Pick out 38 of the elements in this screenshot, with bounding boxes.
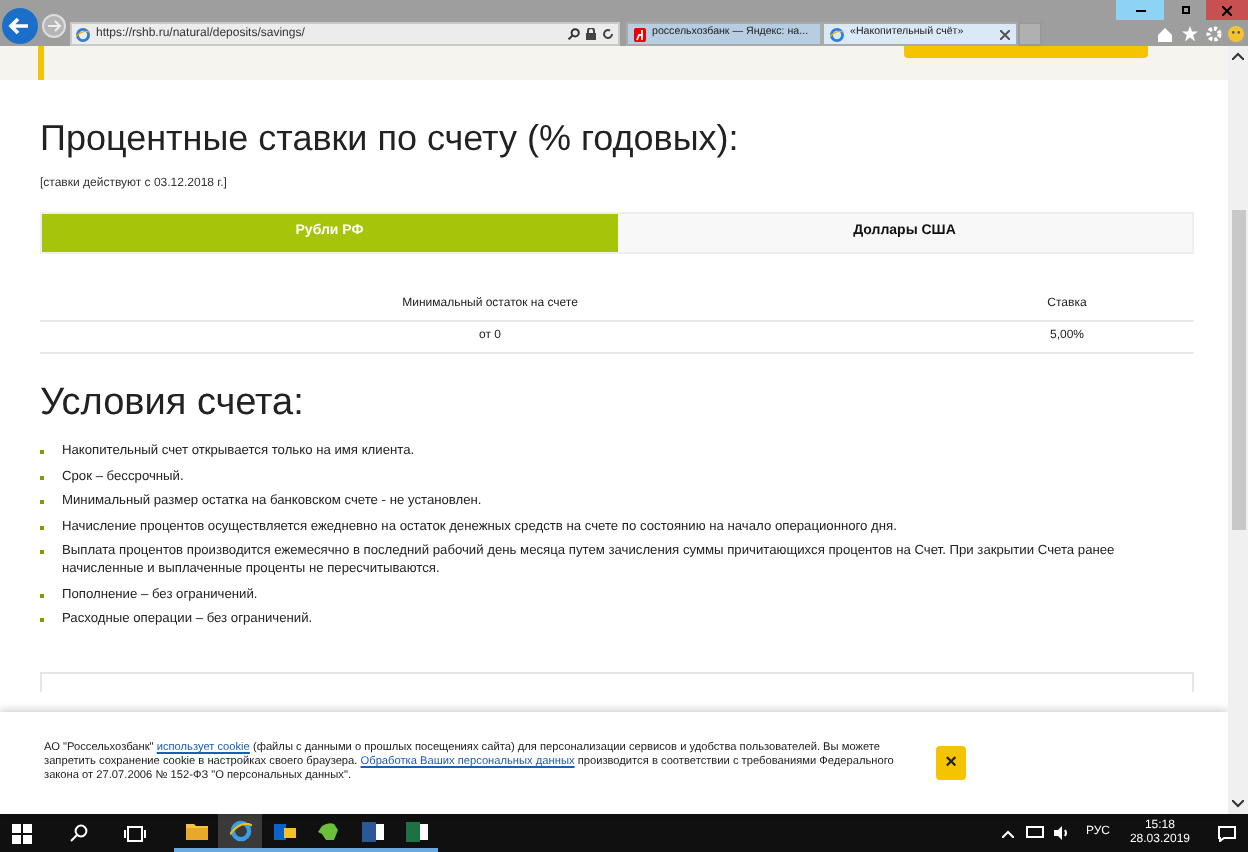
task-view-icon[interactable] xyxy=(124,825,146,841)
lock-icon xyxy=(586,28,596,40)
speaker-icon[interactable] xyxy=(1053,826,1070,840)
folder-icon xyxy=(185,822,207,840)
document-app-icon xyxy=(361,821,383,841)
search-icon[interactable] xyxy=(568,28,580,40)
browser-icon xyxy=(830,27,844,41)
close-tab-icon[interactable] xyxy=(1000,29,1010,39)
spreadsheet-app-icon xyxy=(405,821,427,841)
section-heading: Процентные ставки по счету (% годовых): xyxy=(40,120,741,156)
search-icon[interactable] xyxy=(70,824,88,842)
start-icon[interactable] xyxy=(12,823,32,843)
site-logo-icon xyxy=(634,27,646,41)
minimize-icon xyxy=(1135,9,1145,11)
settings-icon[interactable] xyxy=(1206,26,1222,42)
network-icon[interactable] xyxy=(1025,826,1044,840)
scrollbar[interactable] xyxy=(1228,46,1248,814)
smiley-icon[interactable] xyxy=(1228,26,1244,42)
star-icon[interactable] xyxy=(1182,26,1198,42)
taskbar-app-button[interactable] xyxy=(218,814,262,852)
home-icon[interactable] xyxy=(1158,28,1172,42)
scroll-up-icon[interactable] xyxy=(1232,52,1244,60)
notifications-icon[interactable] xyxy=(1218,825,1236,841)
accent-stripe xyxy=(38,46,44,80)
close-button[interactable] xyxy=(1206,0,1248,20)
restore-icon xyxy=(1181,6,1189,14)
chevron-up-icon[interactable] xyxy=(1001,829,1014,837)
section-heading: Условия счета: xyxy=(40,384,306,422)
refresh-icon[interactable] xyxy=(602,28,614,40)
scroll-down-icon[interactable] xyxy=(1232,800,1244,808)
scrollbar-thumb[interactable] xyxy=(1232,210,1246,530)
close-icon xyxy=(1222,5,1232,15)
back-icon[interactable] xyxy=(2,8,38,44)
browser-icon xyxy=(229,820,251,842)
minimize-button[interactable] xyxy=(1116,0,1164,20)
mail-app-icon xyxy=(273,821,295,841)
page-icon xyxy=(76,27,90,41)
close-button[interactable]: × xyxy=(936,746,966,780)
